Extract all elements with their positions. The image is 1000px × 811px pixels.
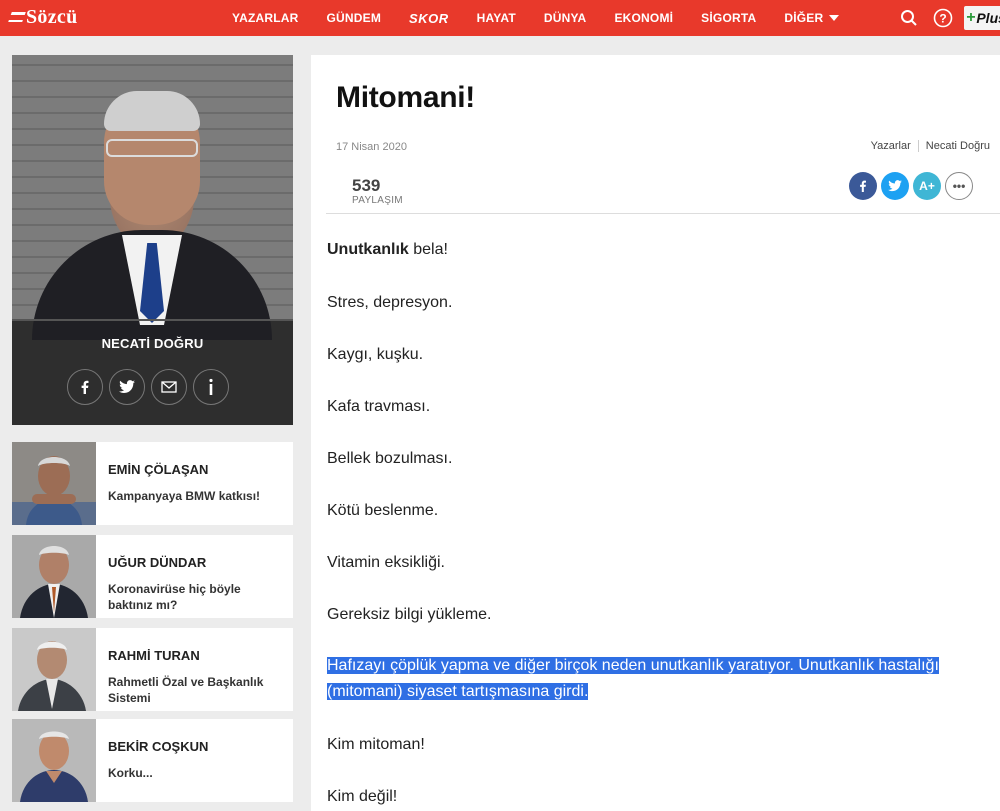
nav-yazarlar[interactable]: YAZARLAR [232, 11, 299, 25]
article-paragraph: Gereksiz bilgi yükleme. [327, 606, 492, 623]
list-item-writer[interactable]: BEKİR COŞKUN Korku... [12, 719, 293, 802]
breadcrumb-yazarlar[interactable]: Yazarlar [871, 140, 911, 152]
twitter-icon[interactable] [109, 369, 145, 405]
plus-icon: + [966, 9, 976, 26]
divider [326, 213, 1000, 214]
article-date: 17 Nisan 2020 [336, 141, 407, 153]
logo-text: Sözcü [26, 5, 78, 28]
breadcrumb-separator [917, 140, 919, 152]
nav-sigorta[interactable]: SİGORTA [701, 11, 756, 25]
breadcrumb-author[interactable]: Necati Doğru [926, 140, 990, 152]
article-panel: Mitomani! 17 Nisan 2020 Yazarlar Necati … [311, 55, 1000, 811]
writer-name: UĞUR DÜNDAR [108, 555, 207, 570]
search-icon[interactable] [896, 5, 922, 31]
divider [12, 319, 293, 321]
article-paragraph: Kim mitoman! [327, 736, 425, 753]
caret-down-icon [829, 15, 840, 21]
nav-diger-label: DİĞER [784, 11, 824, 25]
article-paragraph: Vitamin eksikliği. [327, 554, 445, 571]
list-item-writer[interactable]: UĞUR DÜNDAR Koronavirüse hiç böyle baktı… [12, 535, 293, 618]
header-icons: ? +Plus [896, 0, 1000, 36]
plus-button[interactable]: +Plus [964, 6, 1000, 30]
writer-avatar [12, 442, 96, 525]
more-options-button[interactable]: ••• [945, 172, 973, 200]
nav-skor[interactable]: SKOR [409, 11, 449, 26]
svg-text:?: ? [939, 12, 946, 26]
article-paragraph: Kafa travması. [327, 398, 431, 415]
nav-diger[interactable]: DİĞER [784, 11, 840, 25]
writer-avatar [12, 535, 96, 618]
facebook-icon[interactable] [67, 369, 103, 405]
list-item-writer[interactable]: EMİN ÇÖLAŞAN Kampanyaya BMW katkısı! [12, 442, 293, 525]
logo-mark-icon [8, 12, 26, 22]
article-paragraph: Kim değil! [327, 788, 398, 805]
article-paragraph: Unutkanlık bela! [327, 237, 448, 263]
nav-gundem[interactable]: GÜNDEM [327, 11, 382, 25]
top-navigation-bar: Sözcü YAZARLAR GÜNDEM SKOR HAYAT DÜNYA E… [0, 0, 1000, 36]
share-count: 539 [352, 176, 381, 195]
author-card: NECATİ DOĞRU [12, 55, 293, 425]
info-icon[interactable] [193, 369, 229, 405]
main-nav: YAZARLAR GÜNDEM SKOR HAYAT DÜNYA EKONOMİ… [232, 0, 867, 36]
selected-text: Hafızayı çöplük yapma ve diğer birçok ne… [327, 657, 939, 674]
writer-name: BEKİR COŞKUN [108, 739, 209, 754]
writer-article-title[interactable]: Korku... [108, 765, 286, 781]
writer-name: RAHMİ TURAN [108, 648, 200, 663]
email-icon[interactable] [151, 369, 187, 405]
nav-dunya[interactable]: DÜNYA [544, 11, 587, 25]
article-paragraph-highlighted: Hafızayı çöplük yapma ve diğer birçok ne… [327, 653, 939, 705]
help-icon[interactable]: ? [930, 5, 956, 31]
nav-hayat[interactable]: HAYAT [477, 11, 516, 25]
share-buttons: A+ ••• [845, 172, 973, 200]
breadcrumb: Yazarlar Necati Doğru [871, 140, 990, 152]
writer-article-title[interactable]: Kampanyaya BMW katkısı! [108, 488, 286, 504]
article-paragraph: Stres, depresyon. [327, 294, 453, 311]
share-label: PAYLAŞIM [352, 195, 403, 206]
nav-ekonomi[interactable]: EKONOMİ [614, 11, 673, 25]
twitter-share-icon[interactable] [881, 172, 909, 200]
writer-avatar [12, 719, 96, 802]
paragraph-text: bela! [408, 241, 448, 258]
author-social-links [67, 369, 235, 405]
list-item-writer[interactable]: RAHMİ TURAN Rahmetli Özal ve Başkanlık S… [12, 628, 293, 711]
article-paragraph: Kötü beslenme. [327, 502, 439, 519]
author-photo [12, 55, 293, 340]
bold-text: Unutkanlık [327, 241, 409, 258]
selected-text: (mitomani) siyaset tartışmasına girdi. [327, 683, 589, 700]
writer-article-title[interactable]: Koronavirüse hiç böyle baktınız mı? [108, 581, 286, 613]
article-title: Mitomani! [336, 81, 475, 114]
plus-label: Plus [976, 10, 1000, 26]
site-logo[interactable]: Sözcü [8, 5, 78, 28]
font-size-button[interactable]: A+ [913, 172, 941, 200]
writer-article-title[interactable]: Rahmetli Özal ve Başkanlık Sistemi [108, 674, 286, 706]
author-name: NECATİ DOĞRU [101, 336, 204, 351]
writer-avatar [12, 628, 96, 711]
facebook-share-icon[interactable] [849, 172, 877, 200]
writer-name: EMİN ÇÖLAŞAN [108, 462, 209, 477]
article-paragraph: Bellek bozulması. [327, 450, 453, 467]
article-paragraph: Kaygı, kuşku. [327, 346, 424, 363]
